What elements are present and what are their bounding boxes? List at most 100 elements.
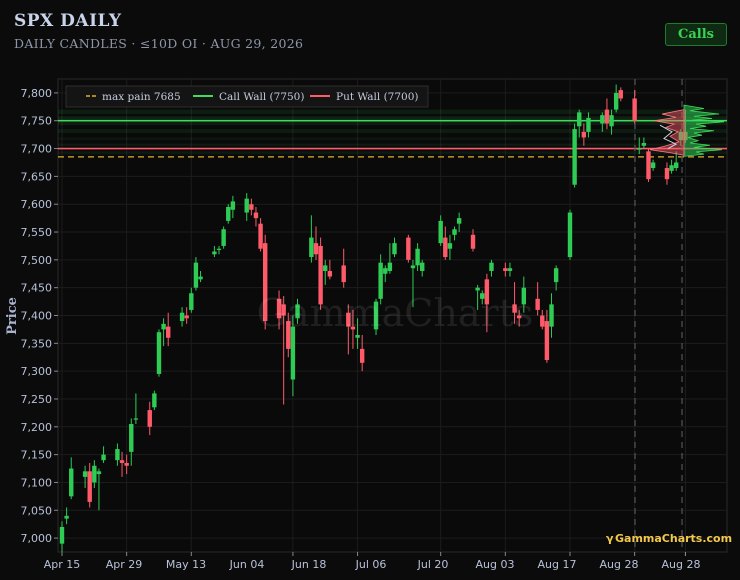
legend: max pain 7685 Call Wall (7750) Put Wall … [65, 85, 429, 108]
y-tick-label: 7,600 [21, 198, 53, 211]
candle-body [166, 326, 171, 338]
candle-up [567, 209, 573, 260]
x-tick-label: Apr 29 [106, 558, 143, 571]
candle-body [96, 471, 102, 475]
x-tick-label: Apr 15 [44, 558, 81, 571]
x-tick-label: Jun 18 [291, 558, 327, 571]
candle-body [646, 151, 651, 180]
candle-body [59, 526, 65, 544]
y-tick-label: 7,450 [21, 282, 53, 295]
x-tick-label: Aug 28 [662, 558, 701, 571]
x-tick-label: May 13 [166, 558, 206, 571]
candle-body [535, 298, 540, 310]
y-tick-label: 7,400 [21, 310, 53, 323]
candle-body [669, 165, 674, 171]
candle-body [129, 424, 134, 452]
candle-body [124, 462, 129, 466]
candle-body [387, 262, 393, 271]
x-tick-label: Aug 17 [538, 558, 577, 571]
candle-body [650, 162, 656, 169]
candle-body [212, 251, 217, 255]
candle-body [216, 248, 222, 250]
candle-body [420, 262, 425, 271]
legend-label-call-wall: Call Wall (7750) [219, 91, 304, 103]
y-tick-label: 7,200 [21, 421, 53, 434]
candle-body [618, 90, 623, 99]
candle-body [613, 92, 619, 110]
candle-body [443, 237, 448, 258]
candle-body [544, 321, 550, 361]
candle-body [64, 515, 69, 519]
candle-body [503, 268, 508, 271]
candle-body [452, 229, 457, 235]
candle-body [115, 449, 120, 461]
y-axis-label: Price [5, 297, 20, 335]
legend-label-max-pain: max pain 7685 [102, 91, 181, 103]
candle-body [604, 109, 610, 124]
x-tick-label: Jul 20 [417, 558, 449, 571]
candle-body [438, 220, 443, 244]
y-tick-label: 7,800 [21, 87, 53, 100]
candle-body [586, 117, 591, 132]
candle-body [184, 315, 189, 319]
y-tick-label: 7,350 [21, 337, 53, 350]
candle-body [193, 262, 199, 288]
candle-body [133, 418, 139, 420]
candlestick-chart: 7,000 7,050 7,100 7,150 7,200 7,250 7,300 7,350… [5, 78, 732, 571]
brand-glyph: γ [606, 532, 614, 545]
candle-body [156, 332, 162, 374]
y-tick-label: 7,650 [21, 170, 53, 183]
candle-body [341, 265, 346, 283]
candle-body [161, 323, 166, 330]
candle-body [92, 465, 97, 483]
brand-text: GammaCharts.com [615, 532, 732, 545]
candle-body [549, 304, 554, 327]
candle-body [632, 98, 637, 121]
candle-down [406, 234, 411, 263]
candle-up [221, 226, 226, 249]
x-tick-label: Aug 03 [476, 558, 515, 571]
brand-mark: γ GammaCharts.com [606, 532, 732, 545]
candle-body [221, 229, 226, 246]
candle-body [87, 471, 92, 502]
candle-up [156, 329, 162, 377]
candle-body [489, 262, 494, 271]
candle-body [152, 393, 157, 408]
candle-body [189, 293, 194, 310]
candle-body [392, 243, 397, 255]
candle-body [567, 212, 573, 258]
candle-body [244, 198, 249, 213]
candle-body [581, 131, 587, 138]
candle-body [383, 268, 388, 274]
candle-body [507, 268, 513, 271]
candle-body [355, 334, 360, 338]
gex-band [58, 109, 727, 115]
candle-body [226, 206, 231, 221]
y-tick-label: 7,050 [21, 504, 53, 517]
watermark: GammaCharts [257, 291, 534, 335]
candle-body [359, 348, 365, 363]
y-tick-label: 7,550 [21, 226, 53, 239]
candle-body [577, 112, 582, 127]
candle-body [147, 410, 152, 427]
candle-body [572, 129, 577, 185]
x-tick-label: Jul 06 [355, 558, 387, 571]
y-tick-label: 7,150 [21, 449, 53, 462]
candle-up [152, 390, 157, 411]
y-tick-label: 7,500 [21, 254, 53, 267]
candle-body [179, 312, 185, 322]
candle-body [456, 218, 462, 224]
y-tick-label: 7,300 [21, 365, 53, 378]
candle-body [540, 315, 545, 327]
candle-body [249, 204, 254, 210]
y-tick-label: 7,250 [21, 393, 53, 406]
candle-body [553, 268, 559, 283]
x-axis: Apr 15 Apr 29 May 13 Jun 04 Jun 18 Jul 06 Jul … [44, 552, 701, 571]
candle-body [309, 237, 314, 258]
candle-body [406, 237, 411, 260]
candle-body [119, 460, 125, 463]
y-tick-label: 7,000 [21, 532, 53, 545]
y-axis: 7,000 7,050 7,100 7,150 7,200 7,250 7,300 7,350… [21, 87, 58, 545]
candle-body [609, 115, 614, 127]
y-tick-label: 7,750 [21, 115, 53, 128]
